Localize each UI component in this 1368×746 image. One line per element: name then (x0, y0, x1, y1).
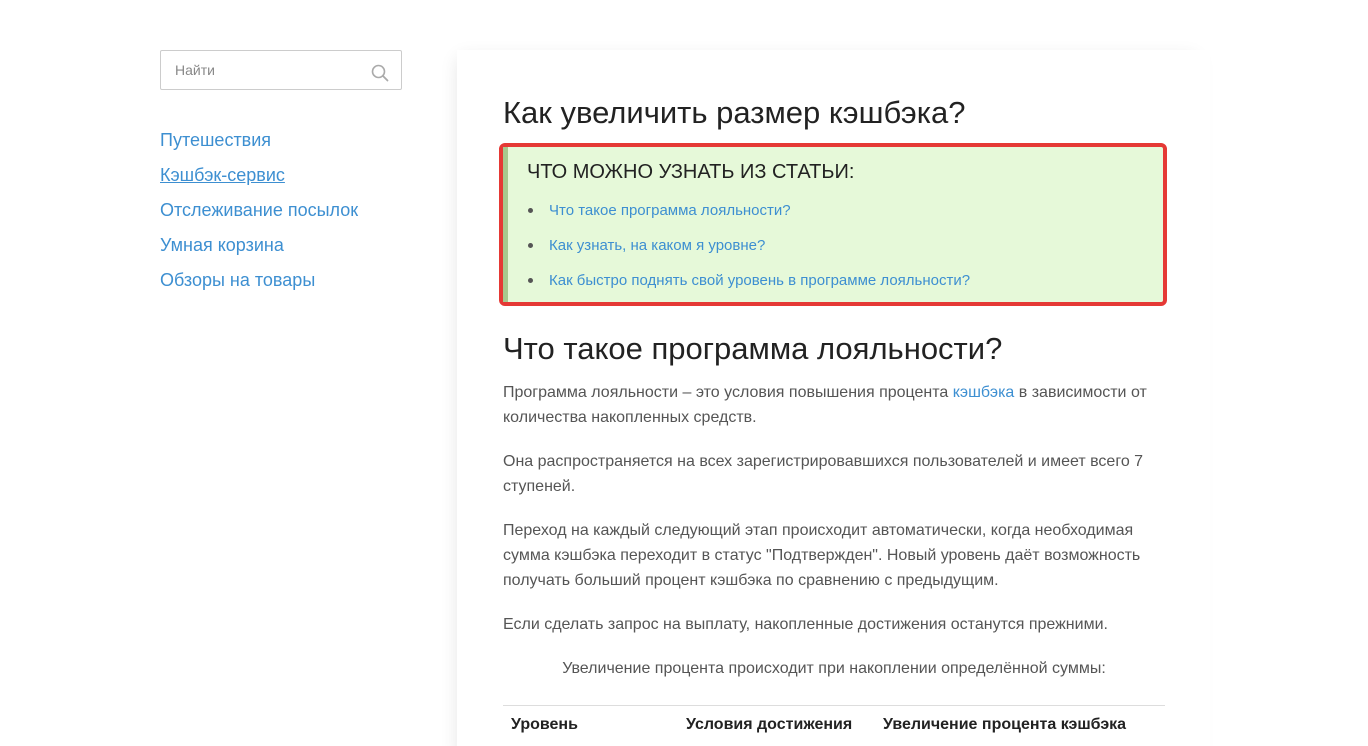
paragraph-1: Программа лояльности – это условия повыш… (503, 380, 1165, 430)
page-title: Как увеличить размер кэшбэка? (503, 95, 966, 130)
sidebar-item-travel[interactable]: Путешествия (160, 123, 271, 158)
paragraph-4: Если сделать запрос на выплату, накоплен… (503, 616, 1108, 633)
section-title: Что такое программа лояльности? (503, 331, 1003, 366)
sidebar-item-smart-cart[interactable]: Умная корзина (160, 228, 284, 263)
sidebar: Путешествия Кэшбэк-сервис Отслеживание п… (160, 50, 402, 298)
search-input[interactable] (161, 51, 401, 89)
search-box (160, 50, 402, 90)
sidebar-item-product-reviews[interactable]: Обзоры на товары (160, 263, 315, 298)
paragraph-2: Она распространяется на всех зарегистрир… (503, 453, 1144, 495)
toc-title: ЧТО МОЖНО УЗНАТЬ ИЗ СТАТЬИ: (527, 161, 855, 183)
table-header-level: Уровень (511, 716, 578, 733)
table-caption: Увеличение процента происходит при накоп… (562, 660, 1106, 677)
page: Путешествия Кэшбэк-сервис Отслеживание п… (0, 0, 1368, 746)
paragraph-1-text-start: Программа лояльности – это условия повыш… (503, 384, 953, 401)
cashback-link[interactable]: кэшбэка (953, 384, 1015, 401)
sidebar-nav: Путешествия Кэшбэк-сервис Отслеживание п… (160, 123, 402, 298)
table-of-contents: ЧТО МОЖНО УЗНАТЬ ИЗ СТАТЬИ: Что такое пр… (499, 143, 1167, 306)
table-header-conditions: Условия достижения (686, 716, 853, 733)
table-header-cashback-increase: Увеличение процента кэшбэка (883, 716, 1127, 733)
article-content: Как увеличить размер кэшбэка? ЧТО МОЖНО … (499, 94, 1167, 734)
levels-table-header: Уровень Условия достижения Увеличение пр… (503, 705, 1165, 734)
toc-item-loyalty-program[interactable]: Что такое программа лояльности? (527, 193, 970, 228)
search-icon[interactable] (371, 64, 389, 82)
toc-item-raise-level[interactable]: Как быстро поднять свой уровень в програ… (527, 263, 970, 298)
toc-item-my-level[interactable]: Как узнать, на каком я уровне? (527, 228, 970, 263)
sidebar-item-parcel-tracking[interactable]: Отслеживание посылок (160, 193, 358, 228)
sidebar-item-cashback-service[interactable]: Кэшбэк-сервис (160, 158, 285, 193)
toc-list: Что такое программа лояльности? Как узна… (527, 193, 970, 298)
paragraph-3: Переход на каждый следующий этап происхо… (503, 522, 1141, 589)
article-card: Как увеличить размер кэшбэка? ЧТО МОЖНО … (457, 50, 1210, 746)
toc-accent-bar (503, 147, 508, 302)
